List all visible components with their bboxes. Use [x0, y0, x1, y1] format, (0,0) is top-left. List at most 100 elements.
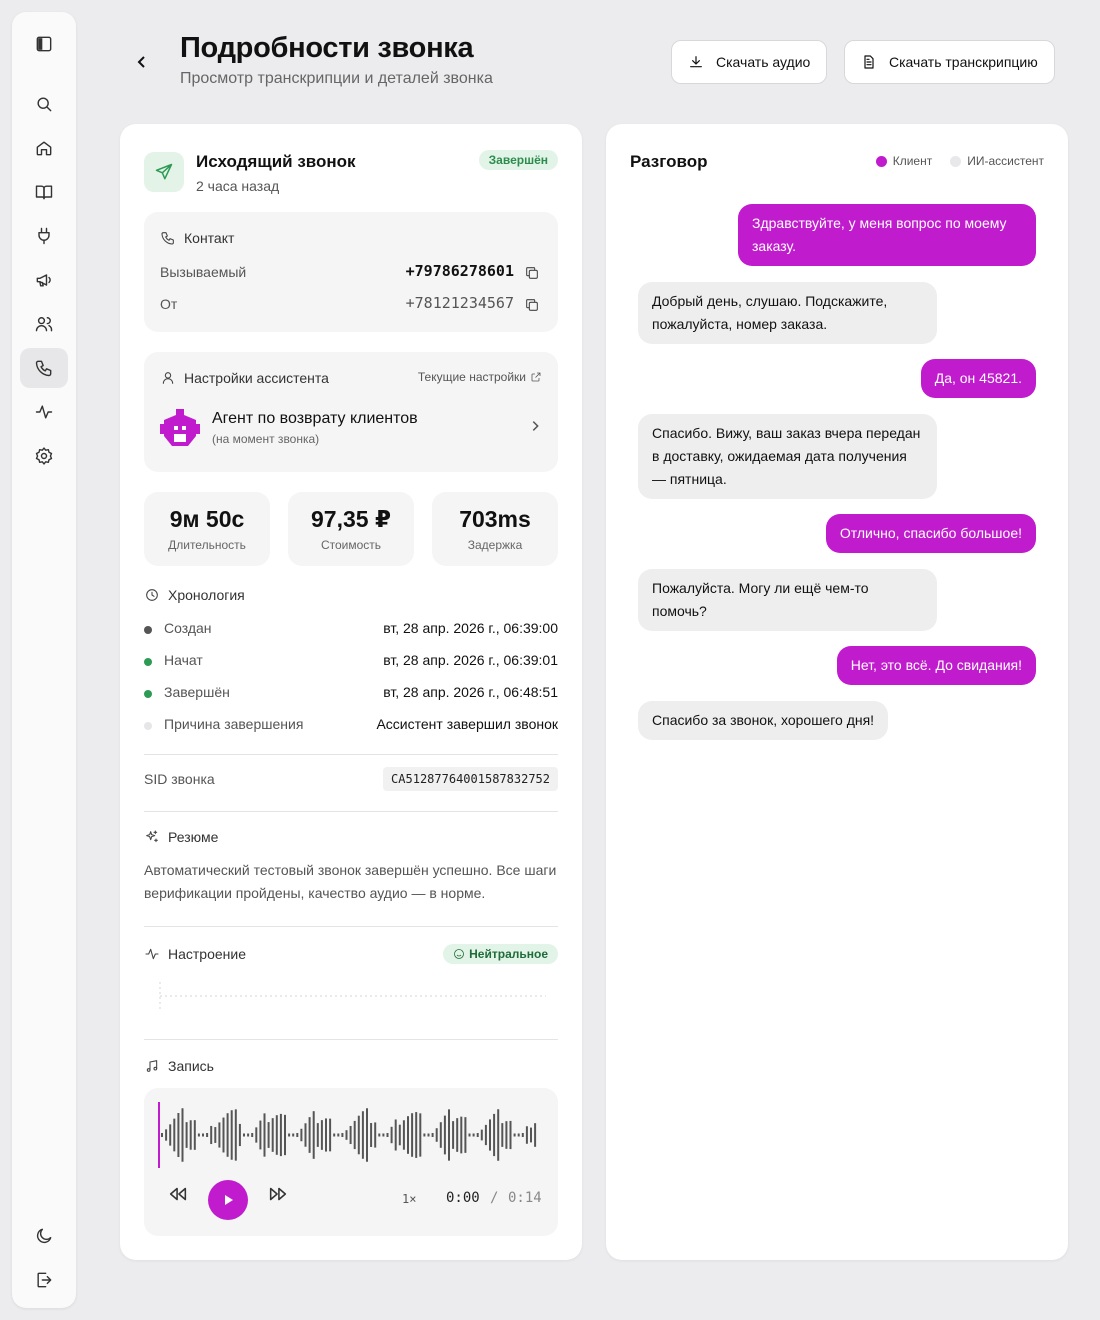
- document-icon: [864, 55, 874, 69]
- smile-icon: [454, 949, 465, 959]
- rewind-button[interactable]: [166, 1182, 190, 1206]
- chevron-right-icon[interactable]: [528, 419, 542, 433]
- conversation-card: Разговор Клиент ИИ-ассистент Здравствуйт…: [606, 124, 1068, 1260]
- copy-icon[interactable]: [524, 265, 540, 281]
- timeline-row: Создан вт, 28 апр. 2026 г., 06:39:00: [144, 620, 558, 640]
- page-subtitle: Просмотр транскрипции и деталей звонка: [180, 70, 493, 87]
- audio-player: 1× 0:00 / 0:14: [144, 1088, 558, 1236]
- message-client: Нет, это всё. До свидания!: [836, 646, 1036, 685]
- stat-label: Стоимость: [320, 538, 382, 552]
- sparkles-icon: [146, 830, 158, 843]
- book-icon[interactable]: [20, 172, 68, 212]
- current-time: 0:00: [446, 1190, 480, 1206]
- message-ai: Пожалуйста. Могу ли ещё чем-то помочь?: [638, 569, 937, 631]
- timeline-value: вт, 28 апр. 2026 г., 06:39:01: [383, 652, 558, 668]
- divider: [144, 926, 558, 927]
- assistant-settings-label: Настройки ассистента: [160, 370, 329, 386]
- message-ai: Спасибо за звонок, хорошего дня!: [638, 701, 889, 740]
- from-label: От: [160, 296, 178, 312]
- timeline-value: вт, 28 апр. 2026 г., 06:39:00: [383, 620, 558, 636]
- gear-icon[interactable]: [20, 436, 68, 476]
- playback-speed[interactable]: 1×: [402, 1192, 416, 1206]
- agent-name[interactable]: Агент по возврату клиентов: [212, 410, 418, 428]
- back-button[interactable]: [130, 50, 154, 74]
- stat-latency: 703ms Задержка: [432, 492, 558, 566]
- legend-ai-dot: [950, 155, 962, 167]
- clock-icon: [146, 589, 158, 601]
- timeline-dot: [144, 658, 152, 666]
- logout-icon[interactable]: [20, 1260, 68, 1300]
- music-note-icon: [146, 1060, 158, 1072]
- chevron-left-icon: [137, 56, 145, 68]
- stat-duration: 9м 50с Длительность: [144, 492, 270, 566]
- external-link-icon: [531, 372, 541, 382]
- rewind-icon: [169, 1187, 187, 1201]
- copy-icon[interactable]: [524, 297, 540, 313]
- timeline-dot: [144, 626, 152, 634]
- play-icon: [225, 1195, 233, 1205]
- fast-forward-button[interactable]: [266, 1182, 290, 1206]
- legend-ai-label: ИИ-ассистент: [967, 154, 1044, 168]
- sid-value[interactable]: CA51287764001587832752: [383, 767, 558, 791]
- page-title: Подробности звонка: [180, 32, 474, 64]
- total-time: 0:14: [508, 1190, 542, 1206]
- legend-client-dot: [875, 155, 887, 167]
- download-transcript-button[interactable]: Скачать транскрипцию: [844, 40, 1055, 84]
- stat-value: 9м 50с: [169, 506, 245, 532]
- call-type: Исходящий звонок: [196, 152, 356, 171]
- timeline-row: Завершён вт, 28 апр. 2026 г., 06:48:51: [144, 684, 558, 704]
- time-separator: /: [490, 1190, 499, 1206]
- stat-value: 97,35 ₽: [311, 506, 391, 532]
- legend-client-label: Клиент: [892, 154, 933, 168]
- plug-icon[interactable]: [20, 216, 68, 256]
- home-icon[interactable]: [20, 128, 68, 168]
- agent-logo-icon: [160, 408, 200, 448]
- recording-title: Запись: [144, 1058, 214, 1074]
- timeline-label: Причина завершения: [164, 716, 304, 732]
- divider: [144, 811, 558, 812]
- search-icon[interactable]: [20, 84, 68, 124]
- message-ai: Добрый день, слушаю. Подскажите, пожалуй…: [638, 282, 937, 344]
- message-client: Отлично, спасибо большое!: [825, 514, 1036, 553]
- agent-note: (на момент звонка): [212, 432, 320, 446]
- timeline-value: вт, 28 апр. 2026 г., 06:48:51: [383, 684, 558, 700]
- download-audio-button[interactable]: Скачать аудио: [671, 40, 828, 84]
- sidebar-toggle-icon[interactable]: [20, 24, 68, 64]
- from-number: +78121234567: [405, 294, 514, 312]
- stat-cost: 97,35 ₽ Стоимость: [288, 492, 414, 566]
- summary-text: Автоматический тестовый звонок завершён …: [144, 862, 557, 901]
- mood-badge: Нейтральное: [443, 944, 558, 964]
- megaphone-icon[interactable]: [20, 260, 68, 300]
- timeline-label: Начат: [164, 652, 203, 668]
- contact-panel: Контакт Вызываемый +79786278601 От +7812…: [144, 212, 558, 332]
- contact-label: Контакт: [160, 230, 234, 246]
- timeline-value: Ассистент завершил звонок: [376, 716, 558, 732]
- stat-value: 703ms: [459, 506, 531, 532]
- download-audio-label: Скачать аудио: [716, 54, 811, 70]
- send-icon: [144, 152, 184, 192]
- timeline-dot: [144, 690, 152, 698]
- play-button[interactable]: [208, 1180, 248, 1220]
- waveform[interactable]: [158, 1102, 542, 1168]
- user-icon: [162, 372, 174, 384]
- status-badge: Завершён: [478, 150, 558, 170]
- timeline-row: Причина завершения Ассистент завершил зв…: [144, 716, 558, 736]
- callee-number: +79786278601: [405, 262, 514, 280]
- users-icon[interactable]: [20, 304, 68, 344]
- summary-title: Резюме: [144, 829, 218, 845]
- download-transcript-label: Скачать транскрипцию: [889, 54, 1038, 70]
- phone-icon[interactable]: [20, 348, 68, 388]
- phone-icon: [161, 232, 174, 245]
- current-settings-link[interactable]: Текущие настройки: [418, 370, 542, 384]
- timeline-label: Создан: [164, 620, 212, 636]
- moon-icon[interactable]: [20, 1216, 68, 1256]
- sidebar: [12, 12, 76, 1308]
- message-client: Здравствуйте, у меня вопрос по моему зак…: [738, 204, 1036, 266]
- divider: [144, 754, 558, 755]
- activity-icon: [145, 948, 159, 960]
- mood-title: Настроение: [144, 946, 246, 962]
- activity-icon[interactable]: [20, 392, 68, 432]
- download-icon: [690, 56, 702, 68]
- divider: [144, 1039, 558, 1040]
- callee-label: Вызываемый: [160, 264, 247, 280]
